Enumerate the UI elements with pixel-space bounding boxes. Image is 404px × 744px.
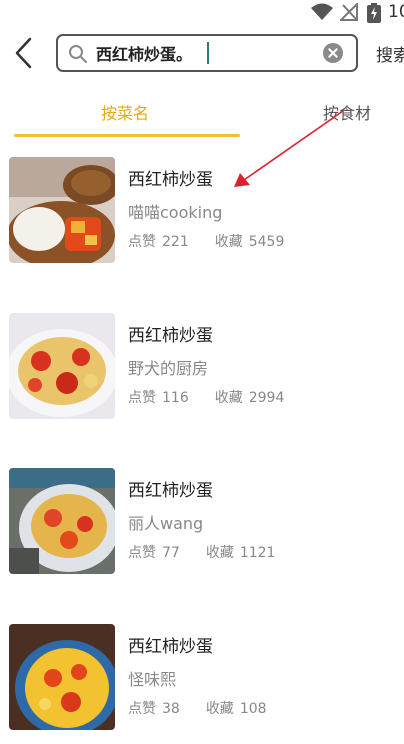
recipe-item[interactable]: 西红柿炒蛋 丽人wang 点赞 77 收藏 1121 bbox=[0, 468, 404, 588]
favorites-count: 1121 bbox=[239, 545, 276, 561]
likes-count: 38 bbox=[162, 701, 180, 717]
recipe-title: 西红柿炒蛋 bbox=[128, 326, 213, 346]
favorites-label: 收藏 bbox=[214, 234, 243, 250]
recipe-item[interactable]: 西红柿炒蛋 怪味熙 点赞 38 收藏 108 bbox=[0, 624, 404, 744]
favorites-count: 5459 bbox=[248, 234, 285, 250]
recipe-stats: 点赞 77 收藏 1121 bbox=[128, 542, 275, 562]
recipe-title: 西红柿炒蛋 bbox=[128, 481, 213, 501]
recipe-image bbox=[9, 624, 115, 730]
recipe-image bbox=[9, 313, 115, 419]
search-box[interactable] bbox=[56, 34, 358, 72]
search-input[interactable] bbox=[96, 42, 322, 64]
text-cursor bbox=[207, 42, 209, 64]
recipe-item[interactable]: 西红柿炒蛋 野犬的厨房 点赞 116 收藏 2994 bbox=[0, 313, 404, 433]
likes-count: 221 bbox=[162, 234, 189, 250]
recipe-title: 西红柿炒蛋 bbox=[128, 170, 213, 190]
favorites-count: 108 bbox=[239, 701, 267, 717]
clear-icon[interactable] bbox=[323, 43, 343, 63]
recipe-item[interactable]: 西红柿炒蛋 喵喵cooking 点赞 221 收藏 5459 bbox=[0, 157, 404, 277]
search-icon bbox=[69, 45, 87, 63]
favorites-label: 收藏 bbox=[214, 390, 243, 406]
wifi-icon bbox=[311, 3, 333, 20]
recipe-image bbox=[9, 468, 115, 574]
status-bar: 10 bbox=[0, 0, 404, 26]
favorites-label: 收藏 bbox=[205, 545, 234, 561]
recipe-author: 怪味熙 bbox=[128, 670, 177, 689]
favorites-label: 收藏 bbox=[205, 701, 234, 717]
no-signal-icon bbox=[340, 3, 358, 21]
recipe-stats: 点赞 38 收藏 108 bbox=[128, 698, 267, 718]
likes-label: 点赞 bbox=[128, 390, 156, 406]
favorites-count: 2994 bbox=[248, 390, 285, 406]
tab-by-dish-name[interactable]: 按菜名 bbox=[101, 100, 149, 124]
likes-count: 77 bbox=[162, 545, 180, 561]
battery-charging-icon bbox=[367, 3, 381, 23]
back-icon[interactable] bbox=[10, 36, 40, 70]
likes-label: 点赞 bbox=[128, 234, 156, 250]
search-button[interactable]: 搜索 bbox=[376, 41, 404, 66]
recipe-author: 野犬的厨房 bbox=[128, 359, 209, 378]
likes-label: 点赞 bbox=[128, 701, 156, 717]
recipe-title: 西红柿炒蛋 bbox=[128, 637, 213, 657]
likes-label: 点赞 bbox=[128, 545, 156, 561]
recipe-author: 喵喵cooking bbox=[128, 203, 223, 222]
recipe-stats: 点赞 116 收藏 2994 bbox=[128, 387, 284, 407]
status-time: 10 bbox=[388, 2, 404, 22]
active-tab-indicator bbox=[14, 134, 240, 137]
recipe-image bbox=[9, 157, 115, 263]
recipe-stats: 点赞 221 收藏 5459 bbox=[128, 231, 284, 251]
recipe-author: 丽人wang bbox=[128, 514, 204, 533]
likes-count: 116 bbox=[162, 390, 189, 406]
